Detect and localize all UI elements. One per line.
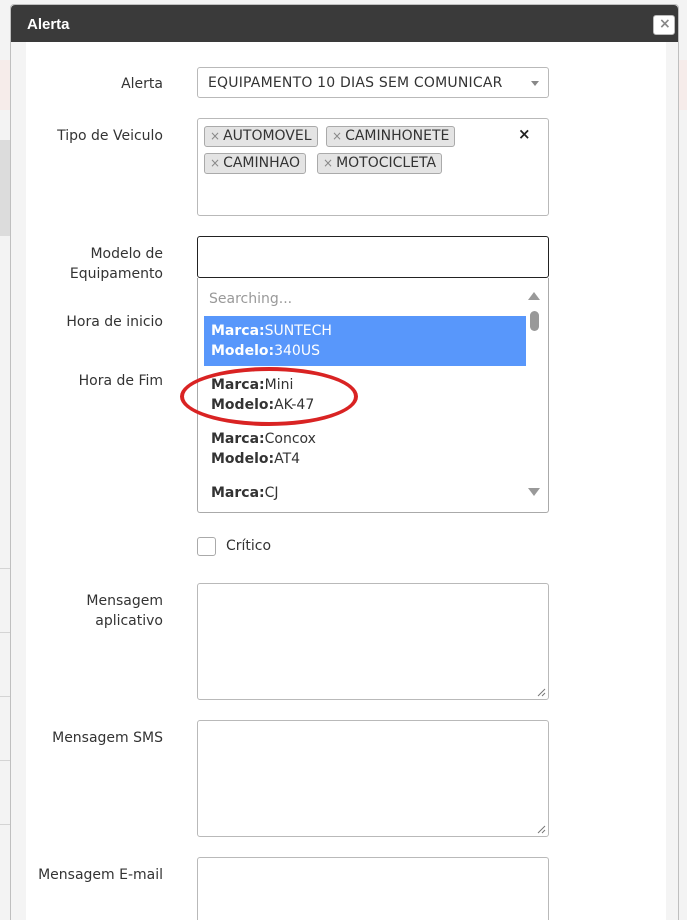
modelo-equipamento-label: Modelo de Equipamento bbox=[11, 244, 163, 284]
dropdown-scrollbar-thumb[interactable] bbox=[530, 311, 539, 331]
option-marca: Concox bbox=[264, 431, 316, 447]
remove-tag-icon[interactable]: × bbox=[323, 156, 333, 170]
tag-label: CAMINHAO bbox=[223, 155, 300, 171]
option-marca: SUNTECH bbox=[264, 323, 332, 339]
tipo-veiculo-label: Tipo de Veiculo bbox=[57, 128, 163, 144]
modelo-label-line1: Modelo de bbox=[90, 246, 163, 262]
mensagem-aplicativo-textarea[interactable] bbox=[197, 583, 549, 700]
tag-automovel: × AUTOMOVEL bbox=[204, 126, 318, 147]
msg-app-line2: aplicativo bbox=[95, 613, 163, 629]
option-marca: CJ bbox=[264, 485, 279, 501]
remove-tag-icon[interactable]: × bbox=[210, 156, 220, 170]
msg-app-line1: Mensagem bbox=[86, 593, 163, 609]
scroll-down-arrow-icon[interactable] bbox=[528, 488, 540, 496]
hora-inicio-label: Hora de inicio bbox=[66, 314, 163, 330]
clear-all-icon[interactable]: × bbox=[518, 125, 531, 143]
mensagem-sms-label: Mensagem SMS bbox=[52, 730, 163, 746]
chevron-down-icon bbox=[531, 81, 539, 86]
marca-prefix: Marca: bbox=[211, 431, 265, 447]
tag-caminhonete: × CAMINHONETE bbox=[326, 126, 456, 147]
remove-tag-icon[interactable]: × bbox=[210, 129, 220, 143]
option-modelo: 340US bbox=[274, 343, 320, 359]
mensagem-email-textarea[interactable] bbox=[197, 857, 549, 920]
tipo-veiculo-multiselect[interactable]: × AUTOMOVEL × CAMINHONETE × CAMINHAO × MOTOC… bbox=[197, 118, 549, 216]
modelo-equipamento-input[interactable] bbox=[197, 236, 549, 278]
marca-prefix: Marca: bbox=[211, 323, 265, 339]
remove-tag-icon[interactable]: × bbox=[332, 129, 342, 143]
resize-grip-icon[interactable] bbox=[537, 688, 546, 697]
tag-label: CAMINHONETE bbox=[345, 128, 450, 144]
tag-motocicleta: × MOTOCICLETA bbox=[317, 153, 443, 174]
critico-label: Crítico bbox=[226, 538, 272, 554]
modelo-prefix: Modelo: bbox=[211, 343, 275, 359]
hora-fim-label: Hora de Fim bbox=[78, 373, 163, 389]
alerta-select[interactable]: EQUIPAMENTO 10 DIAS SEM COMUNICAR bbox=[197, 67, 549, 98]
tag-caminhao: × CAMINHAO bbox=[204, 153, 306, 174]
dropdown-option[interactable]: Marca:CJ bbox=[204, 478, 526, 508]
dropdown-option[interactable]: Marca:Concox Modelo:AT4 bbox=[204, 424, 526, 474]
dialog-titlebar[interactable]: Alerta × bbox=[11, 5, 678, 42]
critico-checkbox[interactable] bbox=[197, 537, 216, 556]
mensagem-aplicativo-label: Mensagem aplicativo bbox=[11, 591, 163, 631]
marca-prefix: Marca: bbox=[211, 485, 265, 501]
option-modelo: AT4 bbox=[274, 451, 301, 467]
red-ellipse-annotation bbox=[180, 367, 358, 426]
dropdown-option[interactable]: Marca:SUNTECH Modelo:340US bbox=[204, 316, 526, 366]
modelo-label-line2: Equipamento bbox=[69, 266, 163, 282]
tag-label: AUTOMOVEL bbox=[223, 128, 312, 144]
mensagem-email-label: Mensagem E-mail bbox=[38, 867, 163, 883]
tag-label: MOTOCICLETA bbox=[336, 155, 437, 171]
modelo-prefix: Modelo: bbox=[211, 451, 275, 467]
close-icon: × bbox=[659, 16, 671, 32]
dropdown-searching-text: Searching... bbox=[209, 291, 293, 307]
dialog-title: Alerta bbox=[27, 16, 70, 33]
alerta-select-value: EQUIPAMENTO 10 DIAS SEM COMUNICAR bbox=[208, 75, 503, 91]
resize-grip-icon[interactable] bbox=[537, 825, 546, 834]
alerta-label: Alerta bbox=[121, 76, 163, 92]
scroll-up-arrow-icon[interactable] bbox=[528, 292, 540, 300]
close-button[interactable]: × bbox=[653, 15, 675, 35]
mensagem-sms-textarea[interactable] bbox=[197, 720, 549, 837]
